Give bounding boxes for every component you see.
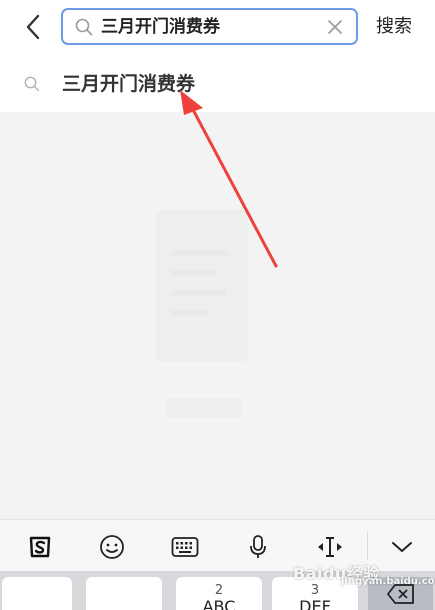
key-label: ABC [202,597,236,610]
key-number: 2 [214,583,224,598]
collapse-keyboard-icon[interactable] [388,533,416,561]
key-label: DEF [299,597,331,610]
key-punctuation[interactable]: ， [2,577,72,610]
chevron-left-icon [26,14,40,40]
empty-state-illustration [156,210,248,362]
clear-icon[interactable] [327,19,343,35]
emoji-icon[interactable] [98,533,126,561]
keyboard-icon[interactable] [171,533,199,561]
search-icon [75,18,93,36]
search-query-text: 三月开门消费券 [101,17,220,37]
empty-state-caption [166,398,242,418]
baidu-jingyan-watermark: Baidu经验 jingyan.baidu.com [293,560,435,587]
search-button[interactable]: 搜索 [376,14,412,40]
key-label: ， [2,597,72,610]
suggestion-text: 三月开门消费券 [62,73,196,95]
suggestion-item[interactable]: 三月开门消费券 [0,56,435,112]
sogou-logo-icon[interactable] [26,533,54,561]
search-input[interactable]: 三月开门消费券 [61,8,358,45]
microphone-icon[interactable] [244,533,272,561]
search-header: 三月开门消费券 搜索 [0,0,435,56]
cursor-move-icon[interactable] [316,533,344,561]
key-1[interactable] [86,577,162,610]
watermark-url: jingyan.baidu.com [341,576,435,587]
search-icon [24,76,40,92]
toolbar-divider [367,532,368,560]
key-2-abc[interactable]: 2 ABC [176,577,262,610]
back-button[interactable] [20,12,46,42]
